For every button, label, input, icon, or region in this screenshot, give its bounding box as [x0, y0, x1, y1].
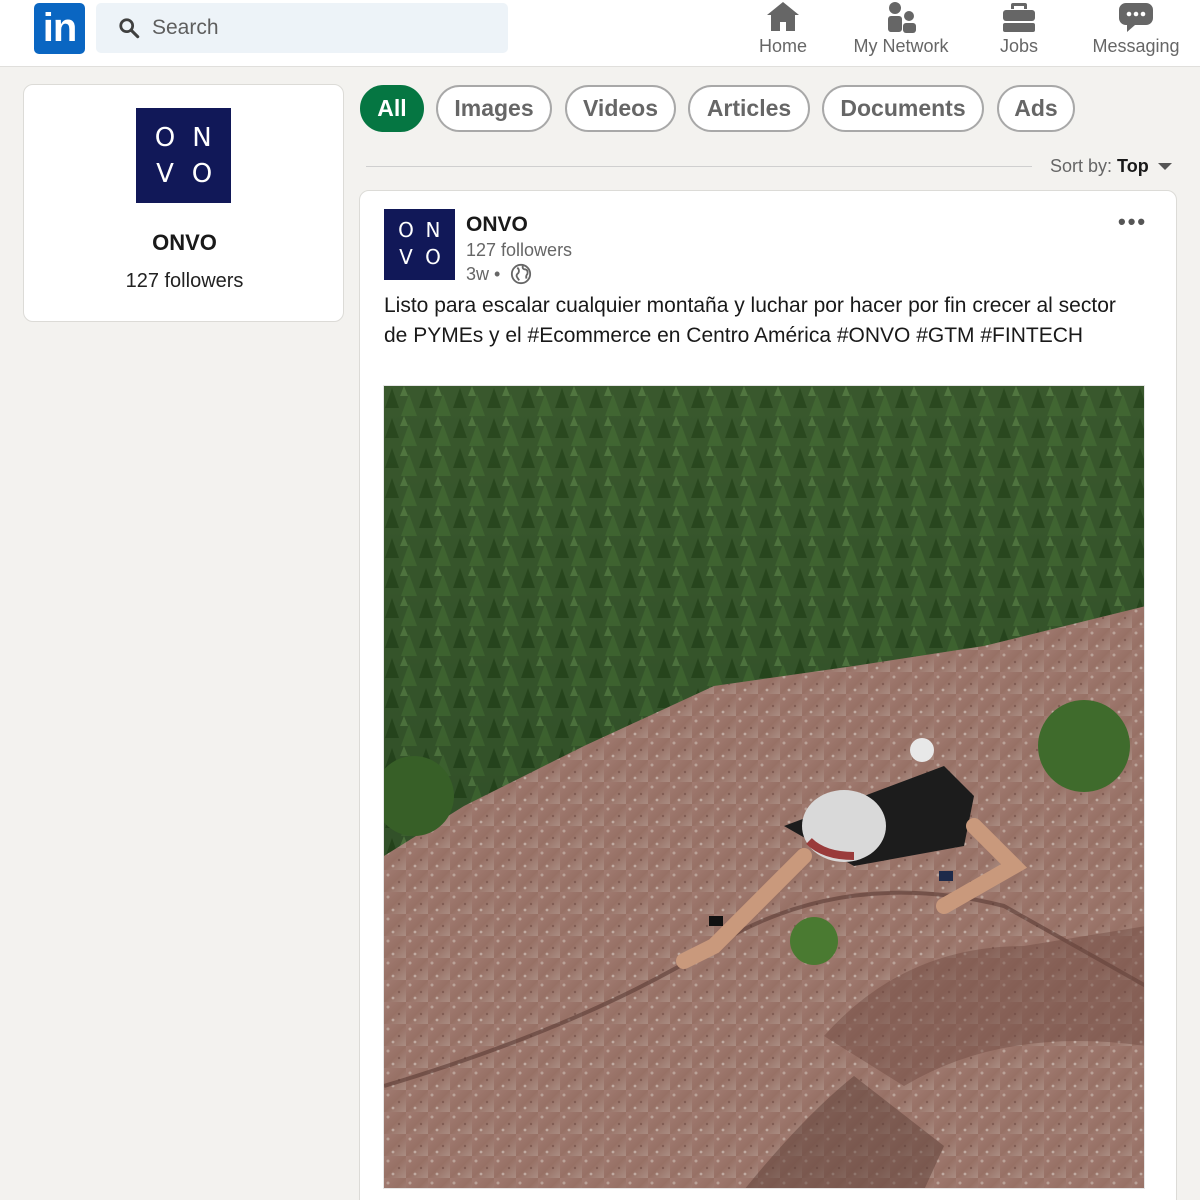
filter-pill-documents[interactable]: Documents — [822, 85, 984, 132]
post-author-avatar[interactable]: O N V O — [384, 209, 455, 280]
nav-item-jobs[interactable]: Jobs — [990, 0, 1048, 66]
company-card: O N V O ONVO 127 followers — [23, 84, 344, 322]
onvo-logo[interactable]: O N V O — [136, 108, 231, 203]
search-icon — [119, 18, 140, 39]
search-bar[interactable] — [96, 3, 508, 53]
linkedin-logo[interactable]: in — [34, 3, 85, 54]
globe-icon — [510, 263, 532, 285]
chat-bubble-icon — [1119, 3, 1153, 32]
feed-post: O N V O ONVO 127 followers 3w • ••• List… — [359, 190, 1177, 1200]
post-author-name[interactable]: ONVO — [466, 213, 528, 237]
nav-item-messaging[interactable]: Messaging — [1086, 0, 1186, 66]
nav-label-jobs: Jobs — [999, 36, 1039, 56]
logo-letter: O — [154, 123, 176, 153]
nav-item-my-network[interactable]: My Network — [846, 0, 956, 66]
company-name[interactable]: ONVO — [24, 230, 345, 256]
more-horizontal-icon[interactable]: ••• — [1118, 209, 1147, 235]
home-icon — [767, 2, 799, 31]
nav-label-messaging: Messaging — [1092, 36, 1180, 56]
nav-item-home[interactable]: Home — [744, 0, 822, 66]
people-icon — [888, 2, 916, 33]
company-followers: 127 followers — [125, 270, 244, 292]
logo-letter: V — [399, 245, 413, 269]
search-input[interactable] — [152, 3, 492, 53]
top-navigation-bar: in Home My Network Jobs — [0, 0, 1200, 67]
nav-label-my-network: My Network — [853, 36, 949, 56]
filter-pill-all[interactable]: All — [360, 85, 424, 132]
post-author-followers: 127 followers — [466, 240, 573, 260]
post-timestamp: 3w • — [466, 264, 501, 284]
post-image[interactable] — [383, 385, 1145, 1189]
logo-letter: N — [192, 123, 212, 153]
logo-letter: N — [425, 218, 441, 242]
post-text: Listo para escalar cualquier montaña y l… — [384, 294, 1116, 347]
caret-down-icon — [1157, 163, 1172, 170]
logo-letter: O — [398, 218, 414, 242]
logo-letter: O — [425, 245, 441, 269]
nav-label-home: Home — [758, 36, 807, 56]
sort-dropdown[interactable]: Sort by: Top — [1050, 156, 1172, 177]
logo-letter: O — [191, 159, 213, 189]
logo-letter: V — [156, 159, 174, 189]
filter-pill-articles[interactable]: Articles — [688, 85, 810, 132]
briefcase-icon — [1003, 3, 1035, 32]
filter-pill-videos[interactable]: Videos — [565, 85, 676, 132]
filter-pill-images[interactable]: Images — [436, 85, 552, 132]
sort-value: Top — [1117, 156, 1149, 176]
sort-divider — [366, 166, 1032, 167]
filter-pill-ads[interactable]: Ads — [997, 85, 1075, 132]
post-photo — [384, 386, 1144, 1188]
sort-label: Sort by: — [1050, 156, 1113, 176]
